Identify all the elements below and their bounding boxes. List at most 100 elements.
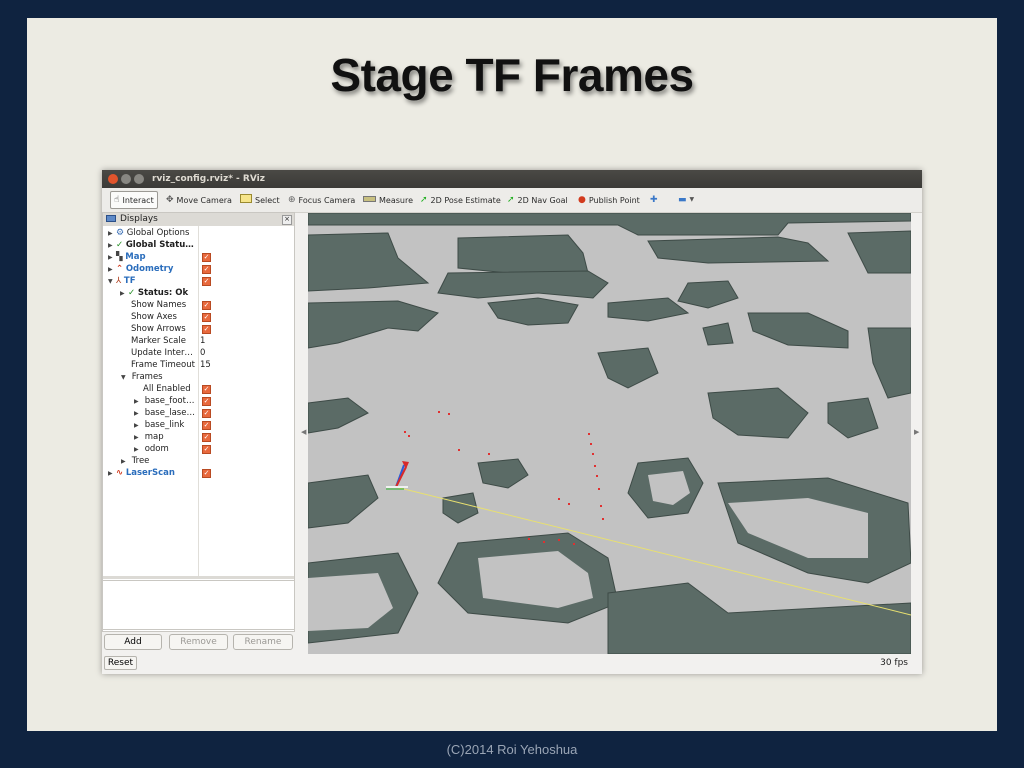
slide-footer: (C)2014 Roi Yehoshua (446, 742, 578, 757)
add-button[interactable]: Add (104, 634, 162, 650)
display-label: Show Names (131, 300, 187, 310)
measure-tool-button[interactable]: Measure (363, 192, 413, 208)
focus-camera-tool-button[interactable]: ⊕ Focus Camera (288, 192, 355, 208)
display-row-show-axes[interactable]: Show Axes (131, 311, 177, 323)
display-row-all-enabled[interactable]: All Enabled (143, 383, 191, 395)
tf-enable-checkbox[interactable]: ✓ (202, 277, 211, 286)
frame-row-base-footprint[interactable]: ▶ base_foot… (134, 395, 194, 407)
minimize-window-button[interactable] (121, 174, 131, 184)
maximize-window-button[interactable] (134, 174, 144, 184)
collapse-right-arrow-icon[interactable]: ▶ (914, 428, 919, 436)
expand-arrow-icon[interactable]: ▶ (120, 288, 128, 300)
collapse-left-arrow-icon[interactable]: ◀ (301, 428, 306, 436)
select-icon (240, 194, 252, 206)
dropdown-arrow-icon: ▼ (689, 196, 695, 203)
display-label: Marker Scale (131, 336, 186, 346)
display-row-tf[interactable]: ▼ ⅄ TF (108, 275, 136, 287)
display-label: Frame Timeout (131, 360, 195, 370)
display-label: TF (123, 276, 136, 286)
show-names-checkbox[interactable]: ✓ (202, 301, 211, 310)
tool-label: 2D Nav Goal (517, 195, 568, 205)
tool-label: Publish Point (588, 195, 640, 205)
frame-timeout-value[interactable]: 15 (200, 359, 211, 371)
gear-icon: ⚙ (116, 228, 125, 238)
display-label: base_lase… (144, 408, 195, 418)
display-label: Global Statu… (125, 240, 194, 250)
checkmark-icon: ✓ (116, 240, 124, 250)
tf-axes-icon: ⅄ (116, 276, 122, 286)
toolbar: ☝ Interact ✥ Move Camera Select ⊕ Focus … (102, 188, 922, 213)
close-panel-button[interactable]: × (282, 215, 292, 225)
tool-label: Select (255, 195, 280, 205)
marker-scale-value[interactable]: 1 (200, 335, 205, 347)
display-row-global-options[interactable]: ▶ ⚙ Global Options (108, 227, 189, 239)
update-interval-value[interactable]: 0 (200, 347, 205, 359)
display-row-marker-scale[interactable]: Marker Scale (131, 335, 186, 347)
map-grid-icon: ▚ (116, 252, 123, 262)
display-row-update-interval[interactable]: Update Inter… (131, 347, 193, 359)
interact-tool-button[interactable]: ☝ Interact (110, 191, 158, 209)
frame-row-base-laser[interactable]: ▶ base_lase… (134, 407, 195, 419)
display-row-show-arrows[interactable]: Show Arrows (131, 323, 186, 335)
collapse-arrow-icon[interactable]: ▼ (121, 372, 129, 384)
display-row-show-names[interactable]: Show Names (131, 299, 186, 311)
show-axes-checkbox[interactable]: ✓ (202, 313, 211, 322)
map-frame-checkbox[interactable]: ✓ (202, 433, 211, 442)
laserscan-icon: ∿ (116, 468, 124, 478)
tool-label: Measure (379, 195, 413, 205)
select-tool-button[interactable]: Select (240, 192, 280, 208)
display-label: Tree (131, 456, 150, 466)
publish-point-tool-button[interactable]: ● Publish Point (578, 192, 640, 208)
display-label: Show Arrows (131, 324, 186, 334)
display-label: Update Inter… (131, 348, 193, 358)
add-tool-button[interactable]: ✚ (650, 192, 658, 208)
column-separator (198, 226, 199, 576)
base-laser-checkbox[interactable]: ✓ (202, 409, 211, 418)
map-enable-checkbox[interactable]: ✓ (202, 253, 211, 262)
display-label: Global Options (126, 228, 190, 238)
all-enabled-checkbox[interactable]: ✓ (202, 385, 211, 394)
remove-button[interactable]: Remove (169, 634, 228, 650)
tool-label: Focus Camera (298, 195, 356, 205)
odom-frame-checkbox[interactable]: ✓ (202, 445, 211, 454)
move-camera-icon: ✥ (166, 195, 174, 205)
map-visualization (308, 213, 911, 654)
base-link-checkbox[interactable]: ✓ (202, 421, 211, 430)
frame-row-base-link[interactable]: ▶ base_link (134, 419, 184, 431)
display-row-laserscan[interactable]: ▶ ∿ LaserScan (108, 467, 175, 479)
display-row-frame-timeout[interactable]: Frame Timeout (131, 359, 195, 371)
nav-goal-tool-button[interactable]: ➚ 2D Nav Goal (507, 192, 568, 208)
display-row-odometry[interactable]: ▶ ⌃ Odometry (108, 263, 173, 275)
ruler-icon (363, 195, 376, 205)
move-camera-tool-button[interactable]: ✥ Move Camera (166, 192, 232, 208)
map-pin-icon: ● (578, 195, 586, 205)
close-window-button[interactable] (108, 174, 118, 184)
pose-estimate-tool-button[interactable]: ➚ 2D Pose Estimate (420, 192, 501, 208)
odometry-enable-checkbox[interactable]: ✓ (202, 265, 211, 274)
plus-icon: ✚ (650, 195, 658, 205)
display-row-frames[interactable]: ▼ Frames (121, 371, 163, 383)
display-row-global-status[interactable]: ▶ ✓ Global Statu… (108, 239, 194, 251)
remove-tool-button[interactable]: ▬ ▼ (678, 192, 694, 208)
panel-splitter[interactable] (103, 576, 294, 579)
displays-title: Displays (120, 214, 158, 224)
3d-viewport[interactable] (308, 213, 911, 654)
expand-arrow-icon[interactable]: ▶ (108, 468, 116, 480)
rename-button[interactable]: Rename (233, 634, 293, 650)
tool-label: Move Camera (176, 195, 232, 205)
display-label: Odometry (125, 264, 174, 274)
minus-icon: ▬ (678, 195, 687, 205)
show-arrows-checkbox[interactable]: ✓ (202, 325, 211, 334)
collapse-arrow-icon[interactable]: ▼ (108, 276, 116, 288)
frame-row-map[interactable]: ▶ map (134, 431, 164, 443)
reset-button[interactable]: Reset (104, 656, 137, 670)
display-row-tree[interactable]: ▶ Tree (121, 455, 149, 467)
base-footprint-checkbox[interactable]: ✓ (202, 397, 211, 406)
description-box (102, 580, 295, 630)
frame-row-odom[interactable]: ▶ odom (134, 443, 169, 455)
laserscan-enable-checkbox[interactable]: ✓ (202, 469, 211, 478)
display-row-map[interactable]: ▶ ▚ Map (108, 251, 146, 263)
display-label: LaserScan (125, 468, 175, 478)
window-title: rviz_config.rviz* - RViz (152, 174, 265, 184)
display-row-tf-status[interactable]: ▶ ✓ Status: Ok (120, 287, 188, 299)
